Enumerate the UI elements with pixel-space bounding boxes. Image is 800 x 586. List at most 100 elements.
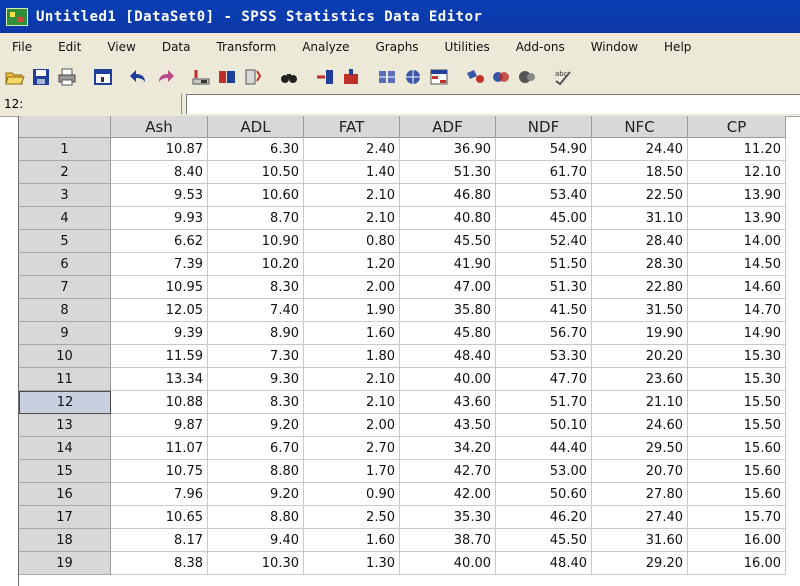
row-header[interactable]: 1 — [19, 138, 111, 161]
data-cell[interactable]: 1.90 — [304, 299, 400, 322]
split-file-icon[interactable] — [376, 67, 398, 87]
row-header[interactable]: 5 — [19, 230, 111, 253]
data-cell[interactable]: 24.40 — [592, 138, 688, 161]
row-header[interactable]: 16 — [19, 483, 111, 506]
data-cell[interactable]: 1.80 — [304, 345, 400, 368]
data-cell[interactable]: 13.90 — [688, 207, 786, 230]
data-cell[interactable]: 53.30 — [496, 345, 592, 368]
data-cell[interactable]: 7.30 — [208, 345, 304, 368]
row-header[interactable]: 10 — [19, 345, 111, 368]
data-cell[interactable]: 1.60 — [304, 529, 400, 552]
data-cell[interactable]: 0.90 — [304, 483, 400, 506]
data-cell[interactable]: 46.80 — [400, 184, 496, 207]
menu-file[interactable]: File — [10, 37, 34, 57]
grid-corner[interactable] — [19, 116, 111, 138]
data-cell[interactable]: 22.50 — [592, 184, 688, 207]
data-cell[interactable]: 53.40 — [496, 184, 592, 207]
data-cell[interactable]: 2.40 — [304, 138, 400, 161]
data-cell[interactable]: 2.10 — [304, 368, 400, 391]
data-cell[interactable]: 14.60 — [688, 276, 786, 299]
menu-analyze[interactable]: Analyze — [300, 37, 351, 57]
print-icon[interactable] — [56, 67, 78, 87]
data-cell[interactable]: 6.70 — [208, 437, 304, 460]
data-cell[interactable]: 8.30 — [208, 276, 304, 299]
data-cell[interactable]: 8.80 — [208, 460, 304, 483]
use-sets-icon[interactable] — [490, 67, 512, 87]
data-cell[interactable]: 8.17 — [111, 529, 208, 552]
data-cell[interactable]: 24.60 — [592, 414, 688, 437]
data-cell[interactable]: 45.00 — [496, 207, 592, 230]
data-cell[interactable]: 56.70 — [496, 322, 592, 345]
data-cell[interactable]: 9.87 — [111, 414, 208, 437]
data-cell[interactable]: 1.40 — [304, 161, 400, 184]
data-cell[interactable]: 13.90 — [688, 184, 786, 207]
show-all-icon[interactable] — [516, 67, 538, 87]
data-cell[interactable]: 16.00 — [688, 552, 786, 575]
data-cell[interactable]: 50.60 — [496, 483, 592, 506]
data-cell[interactable]: 1.70 — [304, 460, 400, 483]
data-cell[interactable]: 8.70 — [208, 207, 304, 230]
data-cell[interactable]: 7.96 — [111, 483, 208, 506]
data-cell[interactable]: 38.70 — [400, 529, 496, 552]
data-cell[interactable]: 14.00 — [688, 230, 786, 253]
data-cell[interactable]: 16.00 — [688, 529, 786, 552]
row-header[interactable]: 11 — [19, 368, 111, 391]
row-header[interactable]: 7 — [19, 276, 111, 299]
menu-utilities[interactable]: Utilities — [443, 37, 492, 57]
data-cell[interactable]: 6.62 — [111, 230, 208, 253]
data-cell[interactable]: 9.20 — [208, 483, 304, 506]
data-cell[interactable]: 15.70 — [688, 506, 786, 529]
data-cell[interactable]: 10.88 — [111, 391, 208, 414]
data-cell[interactable]: 15.30 — [688, 345, 786, 368]
variables-icon[interactable] — [242, 67, 264, 87]
data-cell[interactable]: 15.60 — [688, 460, 786, 483]
row-header[interactable]: 6 — [19, 253, 111, 276]
data-cell[interactable]: 0.80 — [304, 230, 400, 253]
data-cell[interactable]: 10.65 — [111, 506, 208, 529]
data-cell[interactable]: 48.40 — [496, 552, 592, 575]
data-cell[interactable]: 20.70 — [592, 460, 688, 483]
data-cell[interactable]: 21.10 — [592, 391, 688, 414]
row-header[interactable]: 2 — [19, 161, 111, 184]
data-cell[interactable]: 1.20 — [304, 253, 400, 276]
data-cell[interactable]: 20.20 — [592, 345, 688, 368]
data-cell[interactable]: 15.30 — [688, 368, 786, 391]
data-cell[interactable]: 9.93 — [111, 207, 208, 230]
menu-view[interactable]: View — [105, 37, 137, 57]
data-cell[interactable]: 9.20 — [208, 414, 304, 437]
data-cell[interactable]: 51.50 — [496, 253, 592, 276]
column-header-nfc[interactable]: NFC — [592, 116, 688, 138]
row-header[interactable]: 14 — [19, 437, 111, 460]
data-cell[interactable]: 19.90 — [592, 322, 688, 345]
data-cell[interactable]: 45.50 — [496, 529, 592, 552]
weight-cases-icon[interactable] — [402, 67, 424, 87]
data-cell[interactable]: 2.70 — [304, 437, 400, 460]
data-cell[interactable]: 10.95 — [111, 276, 208, 299]
find-icon[interactable] — [278, 67, 300, 87]
data-cell[interactable]: 11.59 — [111, 345, 208, 368]
data-cell[interactable]: 11.07 — [111, 437, 208, 460]
menu-graphs[interactable]: Graphs — [373, 37, 420, 57]
goto-case-icon[interactable] — [190, 67, 212, 87]
dialog-recall-icon[interactable] — [92, 67, 114, 87]
data-cell[interactable]: 28.30 — [592, 253, 688, 276]
data-cell[interactable]: 40.00 — [400, 368, 496, 391]
spelling-icon[interactable]: abc — [552, 67, 574, 87]
row-header[interactable]: 17 — [19, 506, 111, 529]
cell-value-input[interactable] — [186, 94, 800, 114]
insert-cases-icon[interactable] — [314, 67, 336, 87]
data-cell[interactable]: 2.10 — [304, 391, 400, 414]
data-cell[interactable]: 47.70 — [496, 368, 592, 391]
row-header[interactable]: 19 — [19, 552, 111, 575]
data-cell[interactable]: 46.20 — [496, 506, 592, 529]
row-header[interactable]: 9 — [19, 322, 111, 345]
data-cell[interactable]: 52.40 — [496, 230, 592, 253]
data-cell[interactable]: 10.30 — [208, 552, 304, 575]
data-cell[interactable]: 14.90 — [688, 322, 786, 345]
data-cell[interactable]: 23.60 — [592, 368, 688, 391]
data-cell[interactable]: 44.40 — [496, 437, 592, 460]
data-cell[interactable]: 9.39 — [111, 322, 208, 345]
data-cell[interactable]: 51.70 — [496, 391, 592, 414]
menu-help[interactable]: Help — [662, 37, 693, 57]
data-cell[interactable]: 15.50 — [688, 414, 786, 437]
